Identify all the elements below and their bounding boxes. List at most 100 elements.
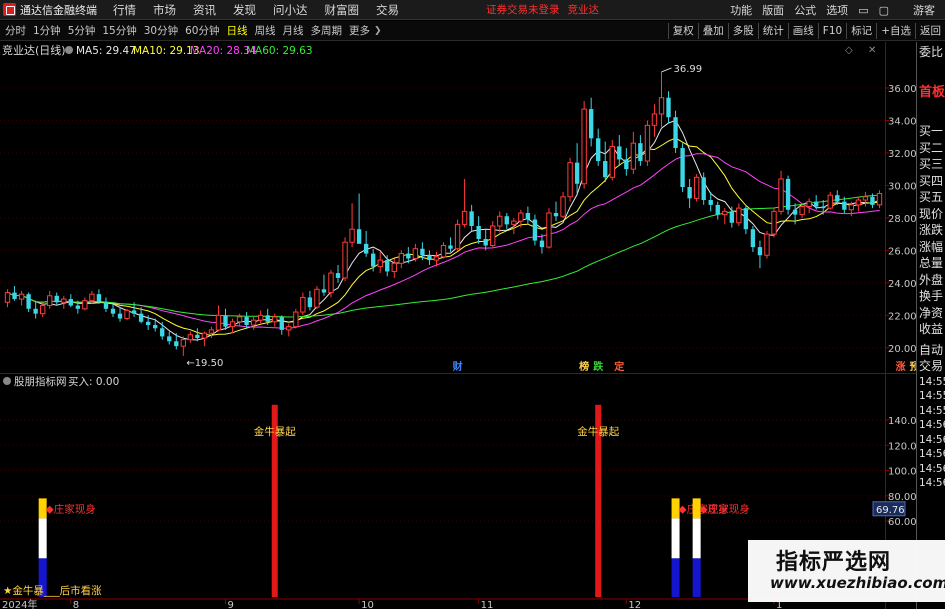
price-tick-label: 34.00 xyxy=(888,116,916,127)
candle-body xyxy=(673,117,678,149)
candle-body xyxy=(272,316,278,323)
candle xyxy=(356,193,362,244)
app-logo-icon xyxy=(3,3,16,16)
btn-back[interactable]: 返回 xyxy=(915,23,945,39)
candle xyxy=(511,217,517,235)
period-weekly[interactable]: 周线 xyxy=(255,23,276,38)
candle-body xyxy=(469,211,474,226)
candle xyxy=(806,198,812,213)
menu-item-discover[interactable]: 发现 xyxy=(233,2,256,18)
price-tick-label: 32.00 xyxy=(888,149,916,160)
candle-body xyxy=(518,212,524,222)
btn-mark[interactable]: 标记 xyxy=(846,23,876,39)
btn-adjust[interactable]: 复权 xyxy=(667,23,698,39)
candle xyxy=(862,191,869,207)
candle xyxy=(624,148,629,176)
btn-stats[interactable]: 统计 xyxy=(757,23,788,39)
menu-item-layout[interactable]: 版面 xyxy=(762,2,784,18)
candle-body xyxy=(229,321,236,328)
candle xyxy=(286,323,292,337)
side-time-8: 14:56 xyxy=(919,477,945,489)
btn-f10[interactable]: F10 xyxy=(817,23,846,39)
candle-body xyxy=(286,326,292,331)
side-time-3: 14:55 xyxy=(919,404,945,417)
candlestick-chart[interactable]: 20.00 22.00 24.00 26.00 28.00 30.00 32.00 34.00… xyxy=(0,42,916,373)
candle-body xyxy=(771,210,777,235)
more-chevron-icon[interactable]: ❯ xyxy=(374,26,382,36)
candle-body xyxy=(644,124,651,162)
menu-item-news[interactable]: 资讯 xyxy=(193,2,216,18)
btn-add-watch[interactable]: +自选 xyxy=(876,23,915,39)
menu-bar: 通达信金融终端 行情 市场 资讯 发现 问小达 财富圈 交易 证券交易未登录 竞… xyxy=(0,0,945,20)
period-daily[interactable]: 日线 xyxy=(227,23,248,38)
candle-body xyxy=(476,225,481,239)
candle xyxy=(855,196,862,212)
candle-body xyxy=(750,229,756,248)
btn-draw[interactable]: 画线 xyxy=(787,23,818,39)
user-label[interactable]: 游客 xyxy=(913,2,935,18)
candle-body xyxy=(4,292,11,303)
indicator-settings-icon[interactable] xyxy=(3,377,11,385)
period-intraday[interactable]: 分时 xyxy=(5,23,26,38)
candle-body xyxy=(61,298,67,303)
ma10-line xyxy=(7,137,880,336)
close-panel-icon[interactable]: ✕ xyxy=(868,45,876,56)
candle-body xyxy=(293,311,299,328)
period-multi[interactable]: 多周期 xyxy=(311,23,343,38)
candle-body xyxy=(729,211,734,223)
period-15min[interactable]: 15分钟 xyxy=(102,23,136,38)
candle-body xyxy=(75,305,81,309)
btn-multi-stock[interactable]: 多股 xyxy=(727,23,758,39)
candle-body xyxy=(68,299,73,306)
candle xyxy=(553,201,559,222)
candle xyxy=(4,289,11,308)
period-5min[interactable]: 5分钟 xyxy=(68,23,96,38)
candle-body xyxy=(349,228,355,243)
candle-body xyxy=(314,288,320,308)
price-tick-label: 20.00 xyxy=(888,344,916,355)
candle-body xyxy=(736,207,742,224)
candle-body xyxy=(138,313,144,322)
candle xyxy=(103,297,109,313)
period-more[interactable]: 更多 xyxy=(349,23,370,38)
candle-body xyxy=(778,178,784,212)
menu-item-function[interactable]: 功能 xyxy=(730,2,752,18)
candle xyxy=(666,91,671,124)
indicator-value-tag-label: 69.76 xyxy=(876,505,905,516)
candle xyxy=(342,237,348,282)
candle-body xyxy=(722,210,728,216)
menu-item-quotes[interactable]: 行情 xyxy=(113,2,136,18)
candle-body xyxy=(603,161,608,178)
login-warning[interactable]: 证券交易未登录 xyxy=(486,2,560,17)
menu-item-market[interactable]: 市场 xyxy=(153,2,176,18)
candle xyxy=(110,303,116,317)
candle xyxy=(785,175,791,215)
candle-body xyxy=(356,229,362,244)
indicator-tick-label: 140.00 xyxy=(888,416,916,427)
menu-item-wealth[interactable]: 财富圈 xyxy=(325,2,360,18)
side-time-2: 14:55 xyxy=(919,390,945,402)
period-60min[interactable]: 60分钟 xyxy=(185,23,219,38)
btn-overlay[interactable]: 叠加 xyxy=(697,23,728,39)
collapse-icon[interactable]: ◇ xyxy=(845,45,853,56)
settings-icon[interactable] xyxy=(65,46,73,54)
stock-link[interactable]: 竞业达 xyxy=(568,2,600,17)
dealer-label: ◆庄家现身 xyxy=(700,502,750,515)
period-1min[interactable]: 1分钟 xyxy=(33,23,61,38)
period-30min[interactable]: 30分钟 xyxy=(144,23,178,38)
menu-item-formula[interactable]: 公式 xyxy=(794,2,816,18)
candle xyxy=(68,294,73,308)
menu-item-ask[interactable]: 问小达 xyxy=(273,2,308,18)
menu-item-trade[interactable]: 交易 xyxy=(376,2,399,18)
event-mark: 跌 xyxy=(593,360,604,373)
candle xyxy=(293,308,299,329)
period-monthly[interactable]: 月线 xyxy=(283,23,304,38)
window-restore-icon[interactable]: ▢ xyxy=(879,4,889,17)
menu-item-options[interactable]: 选项 xyxy=(826,2,848,18)
candle xyxy=(12,286,17,301)
candle xyxy=(764,230,770,259)
candle-body xyxy=(244,316,249,326)
window-minimize-icon[interactable]: ▭ xyxy=(858,4,868,17)
candle xyxy=(363,230,369,257)
candle xyxy=(124,308,130,321)
